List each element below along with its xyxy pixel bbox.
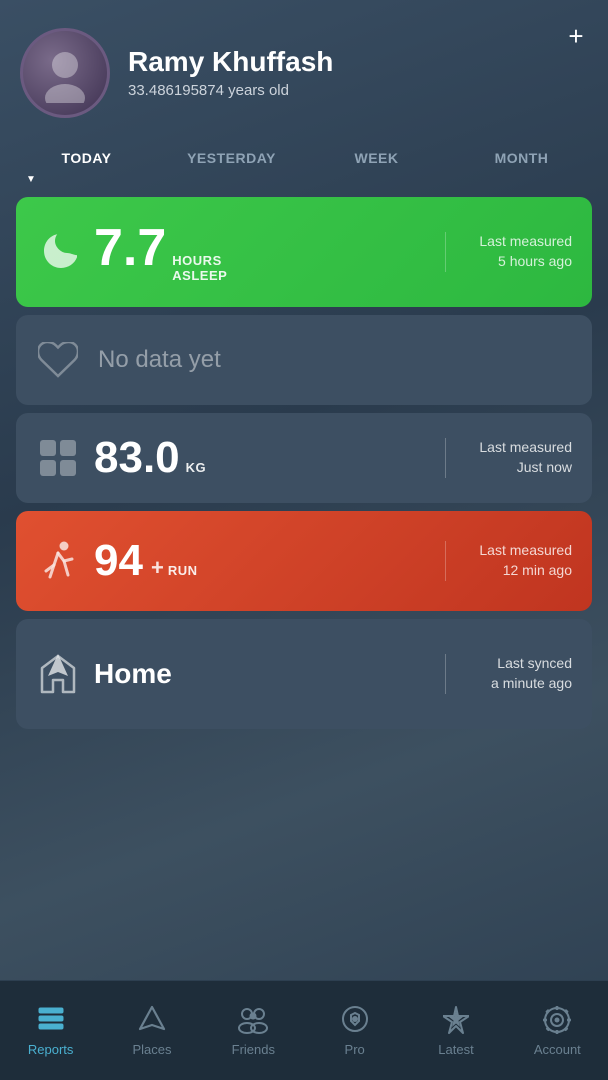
pro-label: Pro [345,1042,365,1057]
places-icon [136,1004,168,1036]
tab-week[interactable]: WEEK [306,142,447,174]
pro-icon [339,1004,371,1036]
home-card[interactable]: Home Last synced a minute ago [16,619,592,729]
friends-icon [237,1004,269,1036]
nav-account[interactable]: Account [507,1004,608,1057]
nav-places[interactable]: Places [101,1004,202,1057]
run-unit-line1: RUN [168,563,198,578]
time-tabs: TODAY YESTERDAY WEEK MONTH [0,134,608,174]
run-value: 94 [94,539,143,583]
weight-card[interactable]: 83.0 KG Last measured Just now [16,413,592,503]
sleep-unit: HOURS ASLEEP [172,253,227,283]
run-value-group: 94 + RUN [94,539,429,583]
sleep-unit-line1: HOURS [172,253,227,268]
sleep-meta-text: Last measured 5 hours ago [479,232,572,271]
weight-unit: KG [186,460,207,475]
nav-friends[interactable]: Friends [203,1004,304,1057]
weight-unit-line1: KG [186,460,207,475]
tab-indicator: ▼ [0,174,608,185]
run-divider [445,541,446,581]
run-plus: + [151,555,164,581]
weight-value-group: 83.0 KG [94,436,429,480]
heart-icon [36,342,80,378]
heart-card[interactable]: No data yet [16,315,592,405]
sleep-value-group: 7.7 HOURS ASLEEP [94,222,429,283]
tab-today[interactable]: TODAY [16,142,157,174]
add-button[interactable]: + [560,20,592,52]
home-meta-text: Last synced a minute ago [491,654,572,693]
latest-icon [440,1004,472,1036]
sleep-unit-line2: ASLEEP [172,268,227,283]
weight-value: 83.0 [94,436,180,480]
reports-label: Reports [28,1042,74,1057]
user-name: Ramy Khuffash [128,47,588,78]
user-info: Ramy Khuffash 33.486195874 years old [128,47,588,99]
moon-icon [36,233,80,271]
sleep-meta: Last measured 5 hours ago [462,232,572,271]
location-icon [36,654,80,694]
run-meta-text: Last measured 12 min ago [479,541,572,580]
sleep-divider [445,232,446,272]
sleep-card[interactable]: 7.7 HOURS ASLEEP Last measured 5 hours a… [16,197,592,307]
main-content: Ramy Khuffash 33.486195874 years old + T… [0,0,608,1080]
sleep-value: 7.7 [94,222,166,274]
cards-container: 7.7 HOURS ASLEEP Last measured 5 hours a… [0,185,608,980]
latest-label: Latest [438,1042,473,1057]
reports-icon [35,1004,67,1036]
weight-icon [36,438,80,478]
friends-label: Friends [232,1042,275,1057]
nav-latest[interactable]: Latest [405,1004,506,1057]
places-label: Places [132,1042,171,1057]
user-age: 33.486195874 years old [128,82,588,99]
tab-arrow-icon: ▼ [26,174,36,185]
weight-divider [445,438,446,478]
account-icon [541,1004,573,1036]
header: Ramy Khuffash 33.486195874 years old + [0,0,608,134]
run-unit: RUN [168,563,198,578]
nav-reports[interactable]: Reports [0,1004,101,1057]
bottom-nav: Reports Places Friends [0,980,608,1080]
run-meta: Last measured 12 min ago [462,541,572,580]
home-divider [445,654,446,694]
heart-no-data: No data yet [98,346,572,374]
weight-meta: Last measured Just now [462,438,572,477]
tab-yesterday[interactable]: YESTERDAY [161,142,302,174]
home-meta: Last synced a minute ago [462,654,572,693]
tab-month[interactable]: MONTH [451,142,592,174]
weight-meta-text: Last measured Just now [479,438,572,477]
account-label: Account [534,1042,581,1057]
run-card[interactable]: 94 + RUN Last measured 12 min ago [16,511,592,611]
home-label: Home [94,658,429,690]
nav-pro[interactable]: Pro [304,1004,405,1057]
avatar [20,28,110,118]
run-icon [36,539,80,583]
